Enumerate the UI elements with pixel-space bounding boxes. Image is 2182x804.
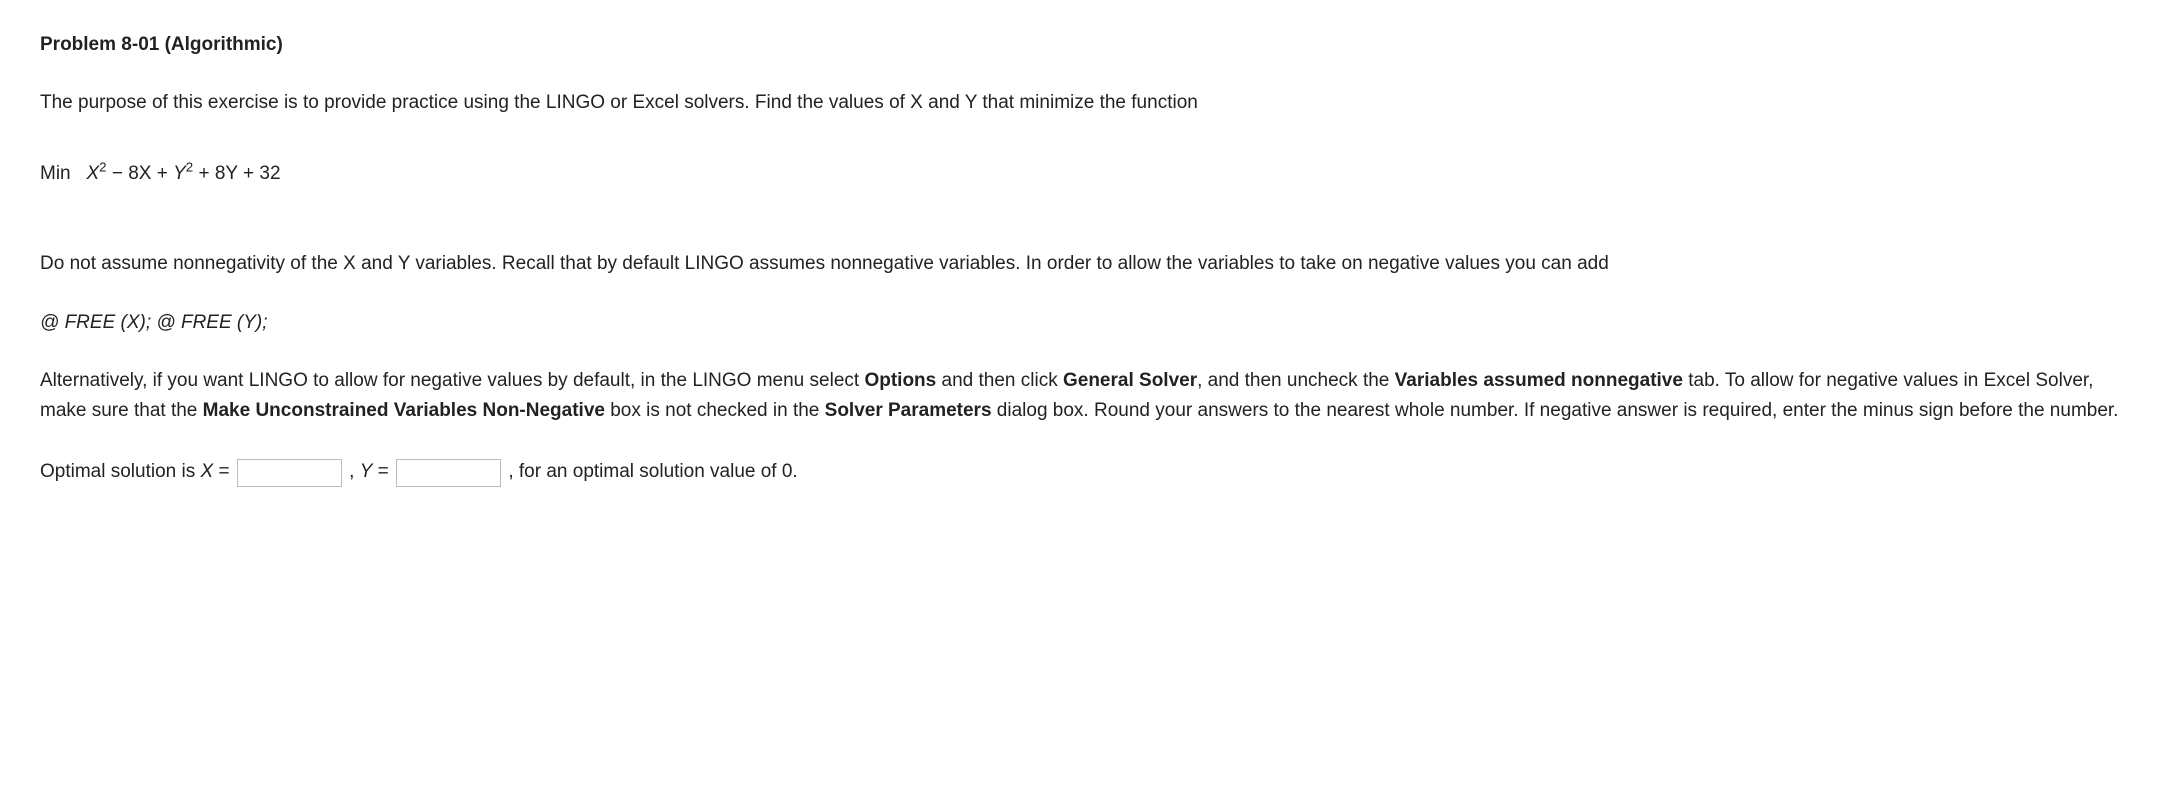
y-value-input[interactable] bbox=[396, 459, 501, 487]
text-segment: Alternatively, if you want LINGO to allo… bbox=[40, 370, 864, 391]
text-segment: dialog box. Round your answers to the ne… bbox=[992, 400, 2119, 421]
problem-content: Problem 8-01 (Algorithmic) The purpose o… bbox=[40, 30, 2142, 487]
var-y: Y bbox=[173, 163, 186, 184]
answer-prefix: Optimal solution is bbox=[40, 461, 201, 482]
exponent-2: 2 bbox=[99, 159, 106, 174]
eq-sign: = bbox=[213, 461, 235, 482]
options-label: Options bbox=[864, 370, 936, 391]
var-x: X bbox=[86, 163, 99, 184]
text-segment: and then click bbox=[936, 370, 1063, 391]
x-value-input[interactable] bbox=[237, 459, 342, 487]
separator: , bbox=[344, 461, 360, 482]
instructions-paragraph: Alternatively, if you want LINGO to allo… bbox=[40, 366, 2142, 427]
answer-y-var: Y bbox=[360, 461, 373, 482]
min-label: Min bbox=[40, 163, 71, 184]
general-solver-label: General Solver bbox=[1063, 370, 1197, 391]
text-segment: , and then uncheck the bbox=[1197, 370, 1395, 391]
problem-heading: Problem 8-01 (Algorithmic) bbox=[40, 30, 2142, 60]
answer-x-var: X bbox=[201, 461, 214, 482]
make-unconstrained-label: Make Unconstrained Variables Non-Negativ… bbox=[203, 400, 605, 421]
free-code-line: @ FREE (X); @ FREE (Y); bbox=[40, 308, 2142, 338]
text-segment: box is not checked in the bbox=[605, 400, 825, 421]
formula-part1: − 8X + bbox=[107, 163, 174, 184]
variables-nonneg-label: Variables assumed nonnegative bbox=[1395, 370, 1683, 391]
objective-function: Min X2 − 8X + Y2 + 8Y + 32 bbox=[40, 159, 2142, 189]
solver-parameters-label: Solver Parameters bbox=[825, 400, 992, 421]
answer-suffix: , for an optimal solution value of 0. bbox=[503, 461, 798, 482]
formula-part2: + 8Y + 32 bbox=[193, 163, 280, 184]
answer-line: Optimal solution is X = , Y = , for an o… bbox=[40, 457, 2142, 487]
nonnegativity-paragraph: Do not assume nonnegativity of the X and… bbox=[40, 249, 2142, 279]
eq-sign: = bbox=[372, 461, 394, 482]
intro-paragraph: The purpose of this exercise is to provi… bbox=[40, 88, 2142, 118]
